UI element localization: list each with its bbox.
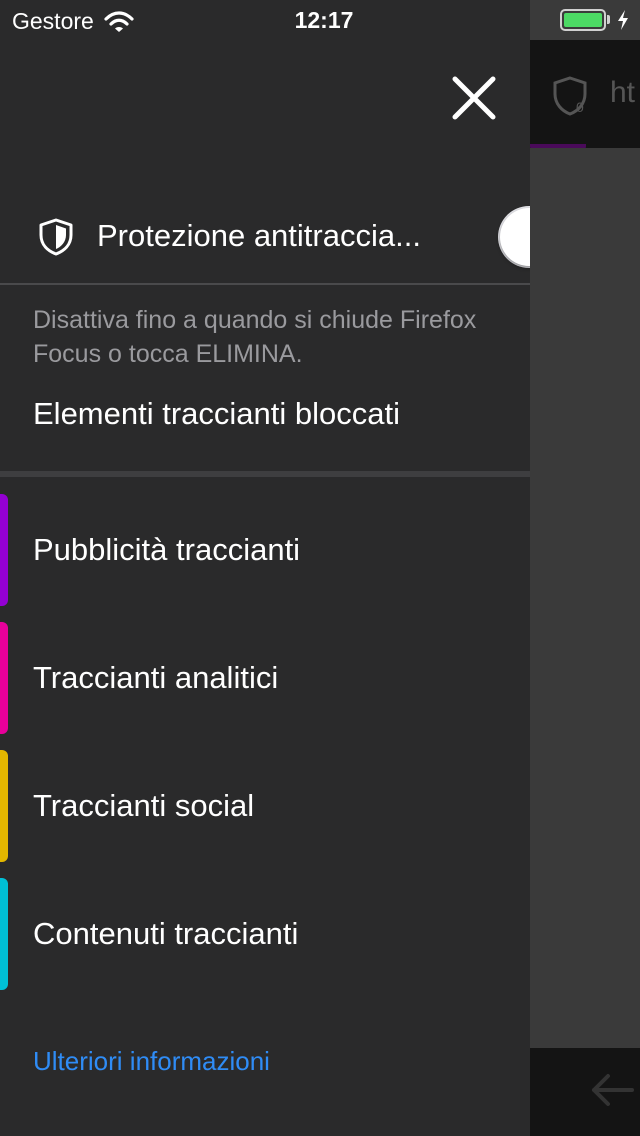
tracking-protection-toggle[interactable] xyxy=(498,206,530,268)
back-arrow-icon[interactable] xyxy=(588,1070,636,1110)
divider xyxy=(0,283,530,285)
svg-text:0: 0 xyxy=(576,99,584,115)
status-bar: Gestore 12:17 xyxy=(0,0,640,40)
toggle-knob xyxy=(500,208,530,266)
tracker-item-content: Contenuti traccianti xyxy=(0,878,530,990)
tracking-protection-label: Protezione antitraccia... xyxy=(97,218,421,253)
tracking-protection-drawer: Protezione antitraccia... Disattiva fino… xyxy=(0,0,530,1136)
tracker-label: Traccianti analitici xyxy=(33,660,279,695)
protection-description: Disattiva fino a quando si chiude Firefo… xyxy=(33,306,477,368)
close-button[interactable] xyxy=(448,72,500,124)
tracker-color-bar xyxy=(0,878,8,990)
tracker-label: Contenuti traccianti xyxy=(33,916,299,951)
blocked-trackers-title: Elementi traccianti bloccati xyxy=(33,396,400,431)
web-content xyxy=(530,148,640,1048)
battery-icon xyxy=(560,9,606,31)
battery-tip xyxy=(607,15,610,24)
tracking-protection-row: Protezione antitraccia... xyxy=(0,190,530,284)
tracker-item-analytics: Traccianti analitici xyxy=(0,622,530,734)
tracker-color-bar xyxy=(0,622,8,734)
url-text[interactable]: ht xyxy=(610,76,635,110)
tracker-color-bar xyxy=(0,750,8,862)
status-time: 12:17 xyxy=(294,7,354,33)
battery-fill xyxy=(564,13,602,27)
tracker-label: Pubblicità traccianti xyxy=(33,532,301,567)
tracker-color-bar xyxy=(0,494,8,606)
tracking-shield-icon[interactable]: 0 xyxy=(552,76,588,116)
charging-bolt-icon xyxy=(618,10,628,30)
close-icon xyxy=(452,76,496,120)
learn-more-link[interactable]: Ulteriori informazioni xyxy=(33,1046,270,1077)
tracker-label: Traccianti social xyxy=(33,788,255,823)
section-divider xyxy=(0,471,530,477)
tracker-item-social: Traccianti social xyxy=(0,750,530,862)
shield-icon xyxy=(38,218,74,256)
tracker-item-ads: Pubblicità traccianti xyxy=(0,494,530,606)
